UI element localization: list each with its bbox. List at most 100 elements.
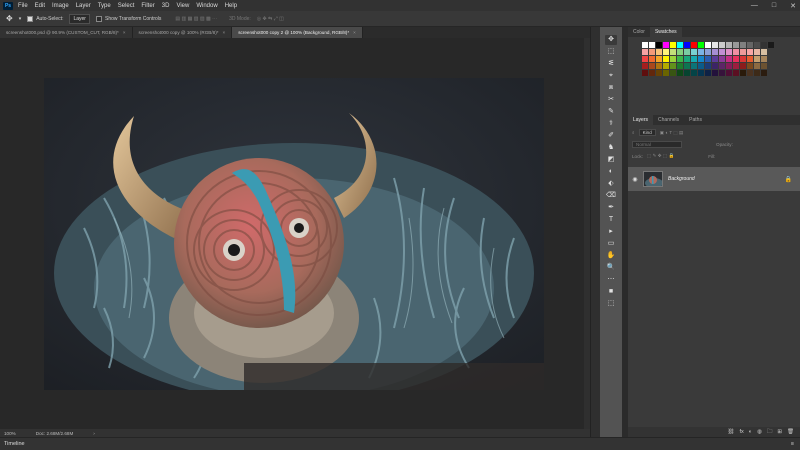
color-swatch[interactable] [733, 70, 739, 76]
tool-icon[interactable]: ⧈ [605, 83, 617, 93]
maximize-icon[interactable]: □ [772, 2, 776, 9]
color-swatch[interactable] [761, 42, 767, 48]
menu-item-filter[interactable]: Filter [141, 3, 154, 9]
color-swatch[interactable] [656, 63, 662, 69]
menu-item-layer[interactable]: Layer [76, 3, 91, 9]
color-swatch[interactable] [761, 70, 767, 76]
document-tab[interactable]: screenshot000 copy 2 @ 100% (Background,… [232, 27, 363, 38]
color-swatch[interactable] [712, 49, 718, 55]
color-swatch[interactable] [740, 49, 746, 55]
layer-footer-icon[interactable]: ⛓ [727, 429, 734, 435]
color-swatch[interactable] [719, 42, 725, 48]
color-swatch[interactable] [705, 63, 711, 69]
align-icons[interactable]: ▤ ▥ ▦ ▧ ▨ ▩ ⋯ [175, 16, 217, 22]
color-swatch[interactable] [719, 63, 725, 69]
color-swatch[interactable] [691, 63, 697, 69]
tab-channels[interactable]: Channels [653, 115, 684, 125]
color-swatch[interactable] [670, 56, 676, 62]
layer-footer-icon[interactable]: ◍ [757, 429, 762, 435]
color-swatch[interactable] [691, 56, 697, 62]
color-swatch[interactable] [705, 70, 711, 76]
canvas-area[interactable] [0, 38, 590, 429]
color-swatch[interactable] [698, 49, 704, 55]
color-swatch[interactable] [712, 42, 718, 48]
auto-select-option[interactable]: Auto-Select: [27, 15, 63, 22]
color-swatch[interactable] [656, 49, 662, 55]
color-swatch[interactable] [698, 56, 704, 62]
color-swatch[interactable] [761, 56, 767, 62]
color-swatch[interactable] [656, 70, 662, 76]
menu-item-select[interactable]: Select [118, 3, 135, 9]
color-swatch[interactable] [642, 63, 648, 69]
color-swatch[interactable] [761, 63, 767, 69]
move-tool-icon[interactable]: ✥ [6, 14, 13, 23]
color-swatch[interactable] [670, 49, 676, 55]
color-swatch[interactable] [712, 70, 718, 76]
tool-icon[interactable]: ⋯ [605, 275, 617, 285]
3d-mode-icons[interactable]: ◎ ✥ ⇆ ⤢ ◫ [257, 16, 284, 22]
layer-footer-icon[interactable]: 🗀 [767, 428, 773, 437]
tool-icon[interactable]: ⬚ [605, 47, 617, 57]
color-swatch[interactable] [719, 70, 725, 76]
color-swatch[interactable] [740, 42, 746, 48]
menu-item-file[interactable]: File [18, 3, 28, 9]
color-swatch[interactable] [691, 42, 697, 48]
color-swatch[interactable] [733, 56, 739, 62]
menu-item-image[interactable]: Image [52, 3, 69, 9]
color-swatch[interactable] [656, 56, 662, 62]
color-swatch[interactable] [726, 56, 732, 62]
color-swatch[interactable] [684, 42, 690, 48]
eye-icon[interactable]: ◉ [630, 176, 640, 183]
document-tab[interactable]: screenshot000.psd @ 90.9% (CUSTOM_CUT, R… [0, 27, 133, 38]
tool-icon[interactable]: ⬚ [605, 299, 617, 309]
layer-row-background[interactable]: ◉ Background 🔒 [628, 167, 800, 191]
color-swatch[interactable] [670, 63, 676, 69]
menu-item-edit[interactable]: Edit [35, 3, 45, 9]
tool-icon[interactable]: ✒ [605, 203, 617, 213]
tool-icon[interactable]: ⚕ [605, 119, 617, 129]
color-swatch[interactable] [726, 49, 732, 55]
color-swatch[interactable] [642, 70, 648, 76]
color-swatch[interactable] [677, 42, 683, 48]
tool-icon[interactable]: T [605, 215, 617, 225]
color-swatch[interactable] [733, 63, 739, 69]
minimize-icon[interactable]: — [751, 2, 758, 9]
layer-footer-icon[interactable]: fx [739, 429, 743, 435]
tab-close-icon[interactable]: × [123, 30, 126, 35]
tab-paths[interactable]: Paths [684, 115, 707, 125]
tool-icon[interactable]: ⬖ [605, 179, 617, 189]
color-swatch[interactable] [740, 56, 746, 62]
color-swatch[interactable] [712, 56, 718, 62]
color-swatch[interactable] [691, 70, 697, 76]
color-swatch[interactable] [670, 70, 676, 76]
color-swatch[interactable] [677, 70, 683, 76]
color-swatch[interactable] [754, 63, 760, 69]
menu-item-type[interactable]: Type [98, 3, 111, 9]
color-swatch[interactable] [649, 42, 655, 48]
filter-icons[interactable]: ▣ ◐ T ⬚ ▤ [660, 130, 684, 136]
color-swatch[interactable] [663, 42, 669, 48]
color-swatch[interactable] [726, 42, 732, 48]
timeline-label[interactable]: Timeline [4, 441, 25, 447]
color-swatch[interactable] [677, 49, 683, 55]
color-swatch[interactable] [677, 63, 683, 69]
color-swatch[interactable] [642, 42, 648, 48]
tool-icon[interactable]: ✋ [605, 251, 617, 261]
tool-icon[interactable]: ◐ [605, 167, 617, 177]
tool-icon[interactable]: ■ [605, 287, 617, 297]
panel-menu-icon[interactable]: ≡ [791, 441, 794, 447]
color-swatch[interactable] [712, 63, 718, 69]
tool-icon[interactable]: ⌫ [605, 191, 617, 201]
color-swatch[interactable] [754, 42, 760, 48]
color-swatch[interactable] [747, 49, 753, 55]
dropdown-chevron-icon[interactable]: ▾ [19, 16, 22, 22]
color-swatch[interactable] [663, 56, 669, 62]
layer-footer-icon[interactable]: ◐ [749, 429, 752, 435]
layer-footer-icon[interactable]: ⊞ [777, 429, 782, 435]
menu-item-window[interactable]: Window [196, 3, 217, 9]
color-swatch[interactable] [663, 63, 669, 69]
color-swatch[interactable] [705, 42, 711, 48]
color-swatch[interactable] [705, 49, 711, 55]
auto-select-checkbox[interactable] [27, 15, 34, 22]
color-swatch[interactable] [649, 63, 655, 69]
